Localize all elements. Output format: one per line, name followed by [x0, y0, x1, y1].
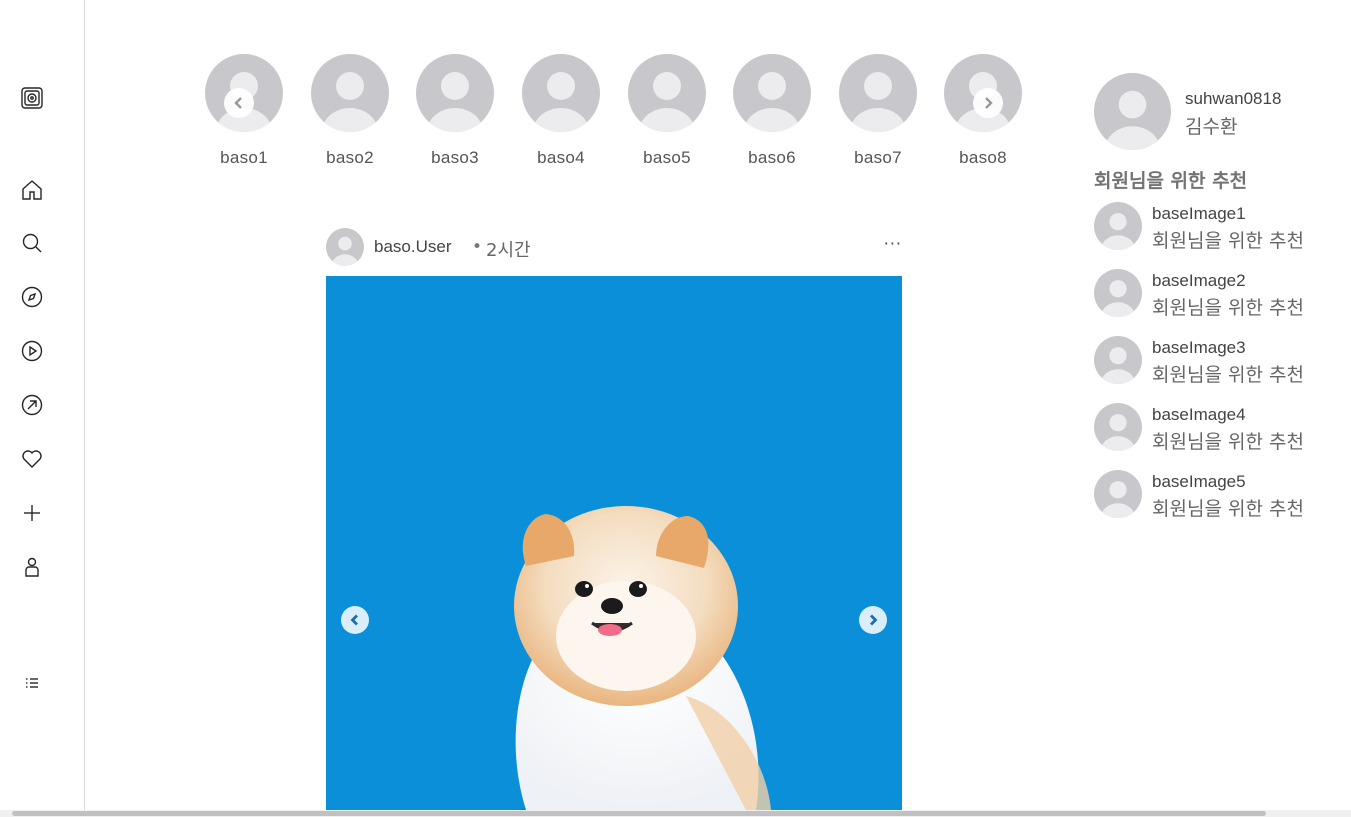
- story-username: baso2: [326, 148, 374, 167]
- story-item[interactable]: baso5: [628, 54, 706, 168]
- current-user-card: suhwan0818 김수환: [1094, 73, 1334, 151]
- recommend-title: 회원님을 위한 추천: [1094, 170, 1248, 192]
- post-header: baso.User • 2시간 ···: [326, 228, 902, 266]
- recommend-subtitle: 회원님을 위한 추천: [1152, 498, 1304, 520]
- chevron-left-icon: [234, 97, 242, 109]
- list-item[interactable]: baseImage5 회원님을 위한 추천: [1094, 470, 1344, 537]
- post-image: [326, 276, 902, 810]
- recommend-username[interactable]: baseImage1: [1152, 204, 1246, 224]
- avatar[interactable]: [1094, 73, 1171, 150]
- stories-bar: baso1 baso2 baso3 baso4 baso5 baso6 baso…: [205, 54, 1025, 174]
- chevron-right-icon: [870, 614, 878, 626]
- recommend-subtitle: 회원님을 위한 추천: [1152, 364, 1304, 386]
- story-avatar: [311, 54, 389, 132]
- profile-icon[interactable]: [19, 554, 45, 580]
- stories-next-button[interactable]: [973, 88, 1003, 118]
- story-username: baso8: [959, 148, 1007, 167]
- story-item[interactable]: baso3: [416, 54, 494, 168]
- menu-icon[interactable]: [19, 670, 45, 696]
- home-icon[interactable]: [19, 177, 45, 203]
- story-avatar: [839, 54, 917, 132]
- story-username: baso7: [854, 148, 902, 167]
- story-item[interactable]: baso7: [839, 54, 917, 168]
- sidebar-nav: [0, 0, 85, 810]
- recommend-username[interactable]: baseImage5: [1152, 472, 1246, 492]
- story-username: baso1: [220, 148, 268, 167]
- post-username[interactable]: baso.User: [374, 237, 451, 257]
- horizontal-scrollbar[interactable]: [0, 810, 1351, 817]
- explore-icon[interactable]: [19, 284, 45, 310]
- list-item[interactable]: baseImage2 회원님을 위한 추천: [1094, 269, 1344, 336]
- recommend-subtitle: 회원님을 위한 추천: [1152, 431, 1304, 453]
- avatar: [1094, 470, 1142, 518]
- search-icon[interactable]: [19, 230, 45, 256]
- list-item[interactable]: baseImage3 회원님을 위한 추천: [1094, 336, 1344, 403]
- post-avatar[interactable]: [326, 228, 364, 266]
- dog-photo: [326, 276, 902, 810]
- story-username: baso6: [748, 148, 796, 167]
- logo-icon[interactable]: [19, 85, 45, 111]
- reels-icon[interactable]: [19, 338, 45, 364]
- messages-icon[interactable]: [19, 392, 45, 418]
- story-avatar: [522, 54, 600, 132]
- post-timestamp: 2시간: [486, 240, 531, 261]
- current-display-name: 김수환: [1185, 116, 1238, 138]
- avatar: [1094, 269, 1142, 317]
- list-item[interactable]: baseImage4 회원님을 위한 추천: [1094, 403, 1344, 470]
- chevron-right-icon: [985, 97, 993, 109]
- story-username: baso3: [431, 148, 479, 167]
- list-item[interactable]: baseImage1 회원님을 위한 추천: [1094, 202, 1344, 269]
- avatar: [1094, 202, 1142, 250]
- story-username: baso4: [537, 148, 585, 167]
- story-avatar: [416, 54, 494, 132]
- recommend-list: baseImage1 회원님을 위한 추천 baseImage2 회원님을 위한…: [1094, 202, 1344, 537]
- recommend-subtitle: 회원님을 위한 추천: [1152, 297, 1304, 319]
- scrollbar-thumb[interactable]: [12, 811, 1266, 816]
- story-avatar: [733, 54, 811, 132]
- image-prev-button[interactable]: [341, 606, 369, 634]
- avatar: [1094, 336, 1142, 384]
- recommend-username[interactable]: baseImage4: [1152, 405, 1246, 425]
- recommend-username[interactable]: baseImage3: [1152, 338, 1246, 358]
- stories-prev-button[interactable]: [224, 88, 254, 118]
- plus-icon[interactable]: [19, 500, 45, 526]
- heart-icon[interactable]: [19, 446, 45, 472]
- current-username[interactable]: suhwan0818: [1185, 89, 1281, 109]
- story-item[interactable]: baso6: [733, 54, 811, 168]
- recommend-username[interactable]: baseImage2: [1152, 271, 1246, 291]
- more-options-button[interactable]: ···: [884, 234, 902, 253]
- post-separator: •: [472, 237, 483, 257]
- story-item[interactable]: baso4: [522, 54, 600, 168]
- story-username: baso5: [643, 148, 691, 167]
- story-avatar: [628, 54, 706, 132]
- avatar: [1094, 403, 1142, 451]
- story-item[interactable]: baso2: [311, 54, 389, 168]
- recommend-subtitle: 회원님을 위한 추천: [1152, 230, 1304, 252]
- image-next-button[interactable]: [859, 606, 887, 634]
- chevron-left-icon: [350, 614, 358, 626]
